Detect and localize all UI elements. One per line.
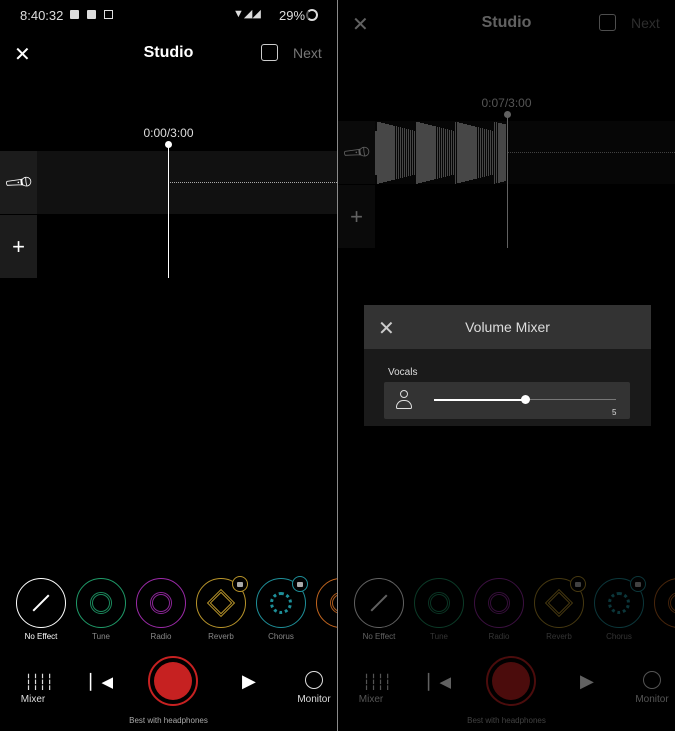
- skip-back-button[interactable]: ▏◀: [90, 673, 113, 691]
- empty-track-line: [507, 152, 675, 153]
- time-readout: 0:07/3:00: [481, 96, 532, 110]
- plus-icon: +: [12, 233, 25, 259]
- dialog-title: Volume Mixer: [465, 319, 550, 335]
- empty-track-line: [168, 182, 337, 183]
- mixer-button[interactable]: Mixer: [3, 694, 63, 705]
- next-button[interactable]: Next: [631, 15, 660, 31]
- mixer-button[interactable]: Mixer: [341, 694, 401, 705]
- diamond-icon: [544, 588, 574, 618]
- waveform-bar: [504, 124, 506, 181]
- mixer-icon[interactable]: ┆┆┆┆: [24, 673, 54, 691]
- add-track-button[interactable]: +: [0, 215, 37, 278]
- battery-icon: [306, 9, 318, 21]
- plus-icon: +: [350, 203, 363, 229]
- concentric-rings-icon: [488, 592, 510, 614]
- add-track-button[interactable]: +: [338, 185, 375, 248]
- skip-back-button[interactable]: ▏◀: [428, 673, 451, 691]
- page-title: Studio: [143, 44, 194, 61]
- dots-icon: [608, 592, 630, 614]
- person-icon: [396, 390, 412, 410]
- effect-c[interactable]: [316, 578, 337, 628]
- mixer-icon[interactable]: ┆┆┆┆: [362, 673, 392, 691]
- effect-radio[interactable]: [474, 578, 524, 628]
- studio-screen: 8:40:32 ▼◢◢ 29% ✕ Studio Next 0:00/3:00 …: [0, 0, 337, 731]
- wave-icon: [90, 592, 112, 614]
- battery-percent: 29%: [279, 8, 306, 23]
- headphones-hint: Best with headphones: [467, 716, 546, 725]
- playhead-handle[interactable]: [165, 141, 172, 148]
- status-bar: 8:40:32 ▼◢◢ 29%: [0, 0, 337, 30]
- wave-icon: [428, 592, 450, 614]
- next-button[interactable]: Next: [293, 45, 322, 61]
- no-effect-icon: [370, 594, 388, 612]
- record-button[interactable]: [148, 656, 198, 706]
- status-time: 8:40:32: [20, 8, 64, 23]
- microphone-icon: 🎤︎: [339, 136, 373, 170]
- lock-icon: [570, 576, 586, 592]
- edit-icon[interactable]: [261, 44, 278, 61]
- lock-icon: [232, 576, 248, 592]
- volume-slider-fill: [434, 398, 525, 401]
- image-icon: [87, 10, 96, 19]
- studio-screen-mixer-open: ✕ Studio Next 0:07/3:00 🎤︎ + No Effect Tu…: [338, 0, 675, 731]
- partial-icon: [330, 592, 337, 614]
- volume-slider[interactable]: [434, 395, 616, 404]
- record-button[interactable]: [486, 656, 536, 706]
- diamond-icon: [206, 588, 236, 618]
- volume-slider-thumb[interactable]: [520, 395, 530, 404]
- dialog-header: ✕ Volume Mixer: [364, 305, 651, 349]
- effect-tune[interactable]: [414, 578, 464, 628]
- lock-icon: [292, 576, 308, 592]
- notification-icon: [70, 10, 79, 19]
- effect-label: C: [306, 632, 337, 641]
- page-title: Studio: [481, 14, 532, 31]
- effect-c[interactable]: [654, 578, 675, 628]
- lock-icon: [630, 576, 646, 592]
- waveform: [375, 121, 506, 184]
- playhead[interactable]: [507, 115, 508, 248]
- volume-value: 5: [612, 408, 617, 417]
- effect-tune[interactable]: [76, 578, 126, 628]
- playhead[interactable]: [168, 145, 169, 278]
- edit-icon[interactable]: [599, 14, 616, 31]
- play-button[interactable]: ▶: [242, 671, 256, 692]
- monitor-button[interactable]: Monitor: [284, 694, 337, 705]
- microphone-icon: 🎤︎: [1, 166, 35, 200]
- calendar-icon: [104, 10, 113, 19]
- effect-radio[interactable]: [136, 578, 186, 628]
- partial-icon: [668, 592, 675, 614]
- effect-no-effect[interactable]: [16, 578, 66, 628]
- playhead-handle[interactable]: [504, 111, 511, 118]
- time-readout: 0:00/3:00: [143, 126, 194, 140]
- play-button[interactable]: ▶: [580, 671, 594, 692]
- monitor-button[interactable]: Monitor: [622, 694, 675, 705]
- monitor-icon[interactable]: [305, 671, 323, 689]
- effect-label: C: [644, 632, 675, 641]
- mic-button[interactable]: 🎤︎: [338, 121, 375, 184]
- wifi-signal-icon: ▼◢◢: [233, 8, 261, 20]
- volume-mixer-dialog: ✕ Volume Mixer Vocals 5: [364, 305, 651, 426]
- monitor-icon[interactable]: [643, 671, 661, 689]
- dots-icon: [270, 592, 292, 614]
- headphones-hint: Best with headphones: [129, 716, 208, 725]
- effect-no-effect[interactable]: [354, 578, 404, 628]
- no-effect-icon: [32, 594, 50, 612]
- track-label: Vocals: [388, 367, 418, 378]
- mic-button[interactable]: 🎤︎: [0, 151, 37, 214]
- vocals-volume-row: 5: [384, 382, 630, 419]
- concentric-rings-icon: [150, 592, 172, 614]
